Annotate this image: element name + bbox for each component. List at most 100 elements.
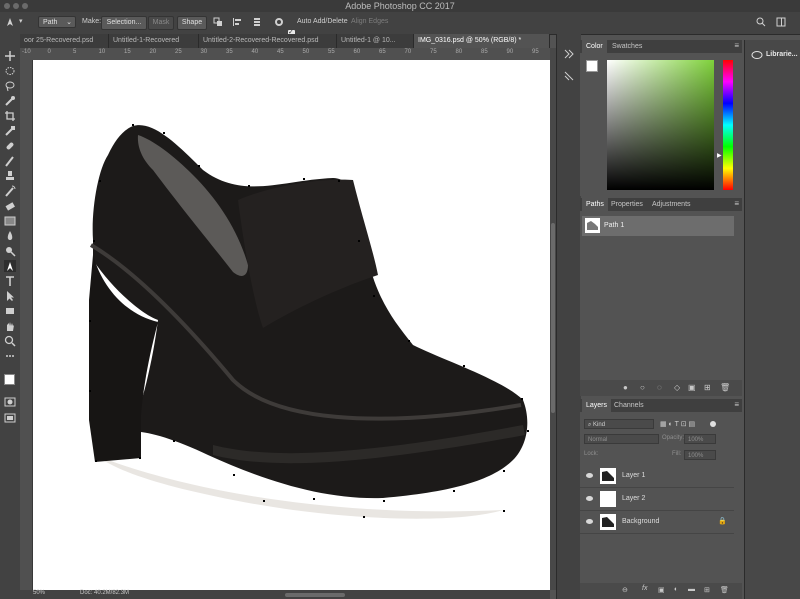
clone-stamp-tool-icon[interactable] [4, 170, 16, 182]
layer-style-icon[interactable]: fx [642, 585, 647, 592]
load-selection-icon[interactable]: ◌ [657, 383, 662, 392]
layers-panel-header: Layers Channels ≡ [580, 399, 742, 412]
selection-button[interactable]: Selection... [101, 16, 147, 30]
add-mask-icon[interactable]: ▣ [688, 383, 696, 392]
ruler-number: 20 [149, 49, 157, 55]
tab-layers[interactable]: Layers [582, 399, 612, 412]
ruler-number: -10 [22, 49, 31, 55]
path-arrangement-icon[interactable] [252, 17, 262, 27]
layer-row[interactable]: Layer 1 [580, 465, 734, 488]
foreground-color-swatch[interactable] [4, 374, 15, 385]
link-layers-icon[interactable]: ⊖ [622, 586, 628, 594]
document-tab[interactable]: Untitled-1 @ 10... [337, 34, 414, 48]
quick-mask-icon[interactable] [4, 396, 16, 408]
gear-icon[interactable] [274, 17, 284, 27]
zoom-tool-icon[interactable] [4, 335, 16, 347]
path-alignment-icon[interactable] [232, 17, 242, 27]
eye-icon[interactable] [586, 519, 593, 524]
tool-preset-chevron-icon[interactable]: ▾ [19, 17, 23, 25]
tab-channels[interactable]: Channels [610, 399, 648, 412]
canvas[interactable] [33, 60, 550, 590]
workspace-icon[interactable] [776, 17, 786, 27]
lock-icon[interactable]: 🔒 [718, 517, 727, 525]
properties-panel-icon[interactable] [563, 70, 575, 82]
libraries-label[interactable]: Librarie... [766, 51, 798, 58]
pen-tool-icon[interactable] [4, 260, 16, 272]
tab-paths[interactable]: Paths [582, 198, 608, 211]
new-group-icon[interactable]: ▬ [688, 586, 695, 593]
tools-panel [0, 34, 21, 599]
new-path-icon[interactable]: ⊞ [704, 383, 711, 392]
make-work-path-icon[interactable]: ◇ [674, 383, 680, 392]
shoe-image [89, 124, 529, 519]
path-selection-tool-icon[interactable] [4, 290, 16, 302]
marquee-tool-icon[interactable] [4, 65, 16, 77]
history-panel-icon[interactable] [563, 48, 575, 60]
document-tab[interactable]: Untitled-1-Recovered [109, 34, 199, 48]
mode-select[interactable]: Path ⌄ [38, 16, 76, 28]
ruler-number: 50 [302, 49, 310, 55]
layer-row[interactable]: Layer 2 [580, 488, 734, 511]
adjustment-layer-icon[interactable]: ◐ [674, 586, 678, 593]
panel-menu-icon[interactable]: ≡ [734, 41, 739, 50]
tab-color[interactable]: Color [582, 40, 607, 53]
quick-selection-tool-icon[interactable] [4, 95, 16, 107]
pen-tool-icon[interactable] [5, 17, 15, 27]
document-tab-active[interactable]: IMG_0316.psd @ 50% (RGB/8) * [414, 34, 550, 48]
eye-icon[interactable] [586, 473, 593, 478]
color-picker-field[interactable] [607, 60, 714, 190]
tab-adjustments[interactable]: Adjustments [648, 198, 695, 211]
eyedropper-tool-icon[interactable] [4, 125, 16, 137]
hand-tool-icon[interactable] [4, 320, 16, 332]
more-tools-icon[interactable] [4, 350, 16, 362]
fill-path-icon[interactable]: ● [623, 383, 628, 392]
delete-path-icon[interactable]: 🗑 [720, 383, 730, 392]
document-tab[interactable]: oor 25-Recovered.psd [20, 34, 109, 48]
crop-tool-icon[interactable] [4, 110, 16, 122]
blur-tool-icon[interactable] [4, 230, 16, 242]
stroke-path-icon[interactable]: ○ [640, 383, 645, 392]
path-item[interactable]: Path 1 [582, 216, 734, 236]
shape-button[interactable]: Shape [177, 16, 207, 30]
path-operations-icon[interactable] [213, 17, 223, 27]
brush-tool-icon[interactable] [4, 155, 16, 167]
eraser-tool-icon[interactable] [4, 200, 16, 212]
vertical-scrollbar-thumb[interactable] [551, 223, 555, 413]
panel-menu-icon[interactable]: ≡ [734, 400, 739, 409]
lasso-tool-icon[interactable] [4, 80, 16, 92]
document-tab[interactable]: Untitled-2-Recovered-Recovered.psd [199, 34, 337, 48]
layer-row[interactable]: Background 🔒 [580, 511, 734, 534]
horizontal-scrollbar-thumb[interactable] [285, 593, 345, 597]
type-tool-icon[interactable] [4, 275, 16, 287]
mask-button[interactable]: Mask [148, 16, 174, 30]
libraries-icon[interactable] [751, 50, 763, 60]
add-mask-icon[interactable]: ▣ [658, 586, 665, 594]
tab-properties[interactable]: Properties [607, 198, 647, 211]
fill-field[interactable]: 100% [684, 450, 716, 460]
history-brush-tool-icon[interactable] [4, 185, 16, 197]
search-icon[interactable] [756, 17, 766, 27]
delete-layer-icon[interactable]: 🗑 [720, 586, 729, 594]
opacity-value: 100% [688, 437, 704, 443]
rectangle-tool-icon[interactable] [4, 305, 16, 317]
layer-filter-select[interactable]: ⌕ Kind [584, 419, 654, 429]
filter-toggle-icon[interactable] [710, 421, 716, 427]
tab-swatches[interactable]: Swatches [608, 40, 646, 53]
move-tool-icon[interactable] [4, 50, 16, 62]
panel-menu-icon[interactable]: ≡ [734, 199, 739, 208]
blend-mode-select[interactable]: Normal [584, 434, 659, 444]
color-foreground-swatch[interactable] [586, 60, 598, 72]
healing-brush-tool-icon[interactable] [4, 140, 16, 152]
eye-icon[interactable] [586, 496, 593, 501]
zoom-level[interactable]: 50% [33, 590, 45, 596]
hue-slider[interactable] [723, 60, 733, 190]
hue-slider-pointer-icon[interactable]: ▶ [717, 152, 722, 159]
layer-filter-icons[interactable]: ▦ ◐ T ⊡ ▤ [660, 420, 695, 428]
ruler-number: 80 [455, 49, 463, 55]
new-layer-icon[interactable]: ⊞ [704, 586, 710, 594]
screen-mode-icon[interactable] [4, 412, 16, 424]
gradient-tool-icon[interactable] [4, 215, 16, 227]
ruler-number: 85 [481, 49, 488, 55]
dodge-tool-icon[interactable] [4, 245, 16, 257]
opacity-field[interactable]: 100% [684, 434, 716, 444]
